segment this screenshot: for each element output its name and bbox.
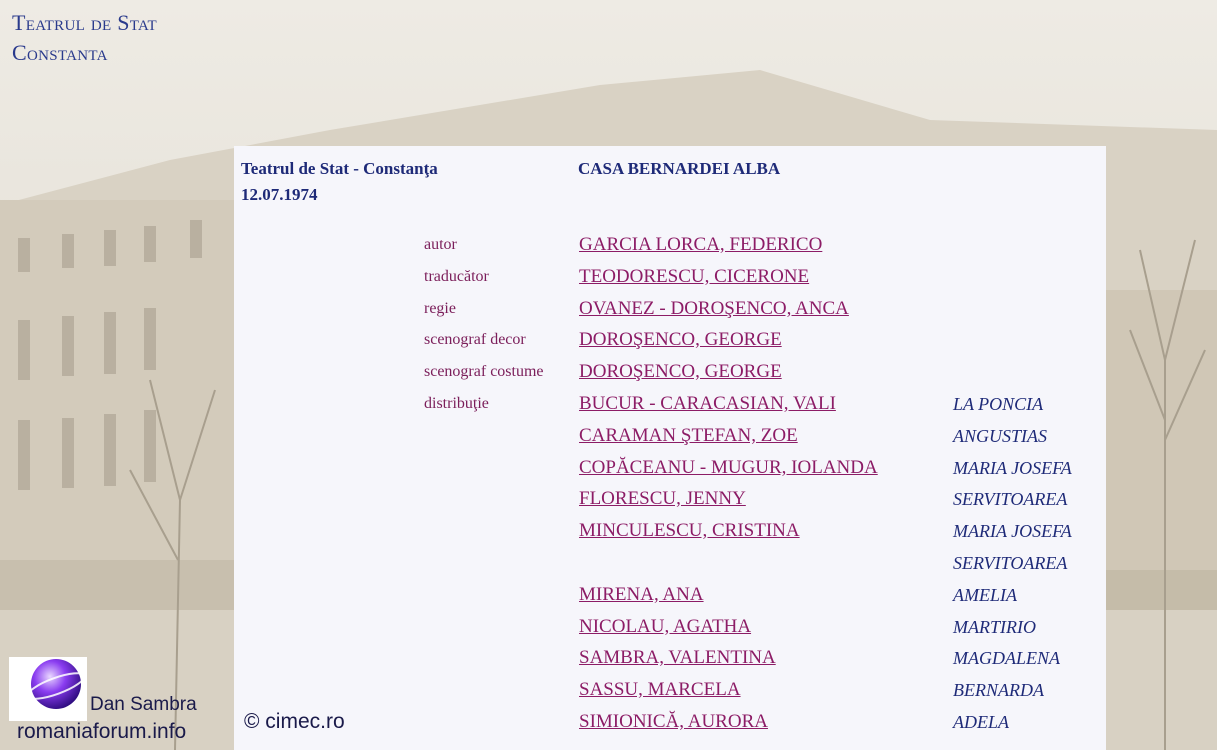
cast-row: MINCULESCU, CRISTINA MARIA JOSEFA bbox=[0, 518, 1217, 550]
theatre-name: Teatrul de Stat - Constanţa bbox=[241, 159, 438, 178]
actor-link[interactable]: MINCULESCU, CRISTINA bbox=[579, 518, 800, 544]
role-name: MARIA JOSEFA bbox=[953, 521, 1072, 541]
actor-link[interactable]: CARAMAN ŞTEFAN, ZOE bbox=[579, 423, 798, 449]
role-name: MAGDALENA bbox=[953, 648, 1060, 668]
cast-row: FLORESCU, JENNY SERVITOAREA bbox=[0, 486, 1217, 518]
credit-row-translator: traducător TEODORESCU, CICERONE bbox=[0, 264, 1217, 296]
actor-link[interactable]: SASSU, MARCELA bbox=[579, 677, 741, 703]
site-logo-line1: Teatrul de Stat bbox=[12, 10, 157, 35]
cast-row: SERVITOAREA bbox=[0, 550, 1217, 582]
production-header: Teatrul de Stat - Constanţa 12.07.1974 bbox=[241, 156, 438, 208]
cast-row: MIRENA, ANA AMELIA bbox=[0, 582, 1217, 614]
credit-row-costume-designer: scenograf costume DOROŞENCO, GEORGE bbox=[0, 359, 1217, 391]
cast-row: CARAMAN ŞTEFAN, ZOE ANGUSTIAS bbox=[0, 423, 1217, 455]
globe-icon bbox=[9, 657, 87, 721]
watermark-name: Dan Sambra bbox=[90, 694, 197, 715]
cast-row: distribuţie BUCUR - CARACASIAN, VALI LA … bbox=[0, 391, 1217, 423]
role-name: MARIA JOSEFA bbox=[953, 458, 1072, 478]
cast-row: COPĂCEANU - MUGUR, IOLANDA MARIA JOSEFA bbox=[0, 455, 1217, 487]
role-name: ANGUSTIAS bbox=[953, 426, 1047, 446]
copyright-notice: © cimec.ro bbox=[244, 710, 345, 733]
role-name: MARTIRIO bbox=[953, 617, 1036, 637]
role-name: LA PONCIA bbox=[953, 394, 1044, 414]
actor-link[interactable]: FLORESCU, JENNY bbox=[579, 486, 746, 512]
role-name: ADELA bbox=[953, 712, 1009, 732]
actor-link[interactable]: COPĂCEANU - MUGUR, IOLANDA bbox=[579, 455, 878, 481]
site-logo-line2: Constanta bbox=[12, 40, 108, 65]
credit-label: scenograf costume bbox=[424, 363, 544, 380]
credit-label: autor bbox=[424, 236, 457, 253]
role-name: BERNARDA bbox=[953, 680, 1044, 700]
cast-label: distribuţie bbox=[424, 395, 489, 412]
actor-link[interactable]: SIMIONICĂ, AURORA bbox=[579, 709, 768, 735]
premiere-date: 12.07.1974 bbox=[241, 185, 318, 204]
credit-row-author: autor GARCIA LORCA, FEDERICO bbox=[0, 232, 1217, 264]
actor-link[interactable]: SAMBRA, VALENTINA bbox=[579, 645, 776, 671]
credit-label: scenograf decor bbox=[424, 331, 526, 348]
actor-link[interactable]: BUCUR - CARACASIAN, VALI bbox=[579, 391, 836, 417]
role-name: SERVITOAREA bbox=[953, 489, 1068, 509]
role-name: AMELIA bbox=[953, 585, 1017, 605]
actor-link[interactable]: NICOLAU, AGATHA bbox=[579, 614, 751, 640]
credit-row-director: regie OVANEZ - DOROŞENCO, ANCA bbox=[0, 296, 1217, 328]
person-link[interactable]: GARCIA LORCA, FEDERICO bbox=[579, 232, 822, 258]
role-name: SERVITOAREA bbox=[953, 553, 1068, 573]
actor-link[interactable]: MIRENA, ANA bbox=[579, 582, 704, 608]
play-title: CASA BERNARDEI ALBA bbox=[578, 159, 781, 178]
credit-label: regie bbox=[424, 300, 456, 317]
site-logo[interactable]: Teatrul de Stat Constanta bbox=[12, 8, 157, 68]
credit-row-set-designer: scenograf decor DOROŞENCO, GEORGE bbox=[0, 327, 1217, 359]
cast-row: SAMBRA, VALENTINA MAGDALENA bbox=[0, 645, 1217, 677]
person-link[interactable]: TEODORESCU, CICERONE bbox=[579, 264, 809, 290]
watermark-site: romaniaforum.info bbox=[17, 720, 187, 743]
credit-label: traducător bbox=[424, 268, 489, 285]
person-link[interactable]: DOROŞENCO, GEORGE bbox=[579, 327, 782, 353]
person-link[interactable]: DOROŞENCO, GEORGE bbox=[579, 359, 782, 385]
cast-row: NICOLAU, AGATHA MARTIRIO bbox=[0, 614, 1217, 646]
person-link[interactable]: OVANEZ - DOROŞENCO, ANCA bbox=[579, 296, 849, 322]
